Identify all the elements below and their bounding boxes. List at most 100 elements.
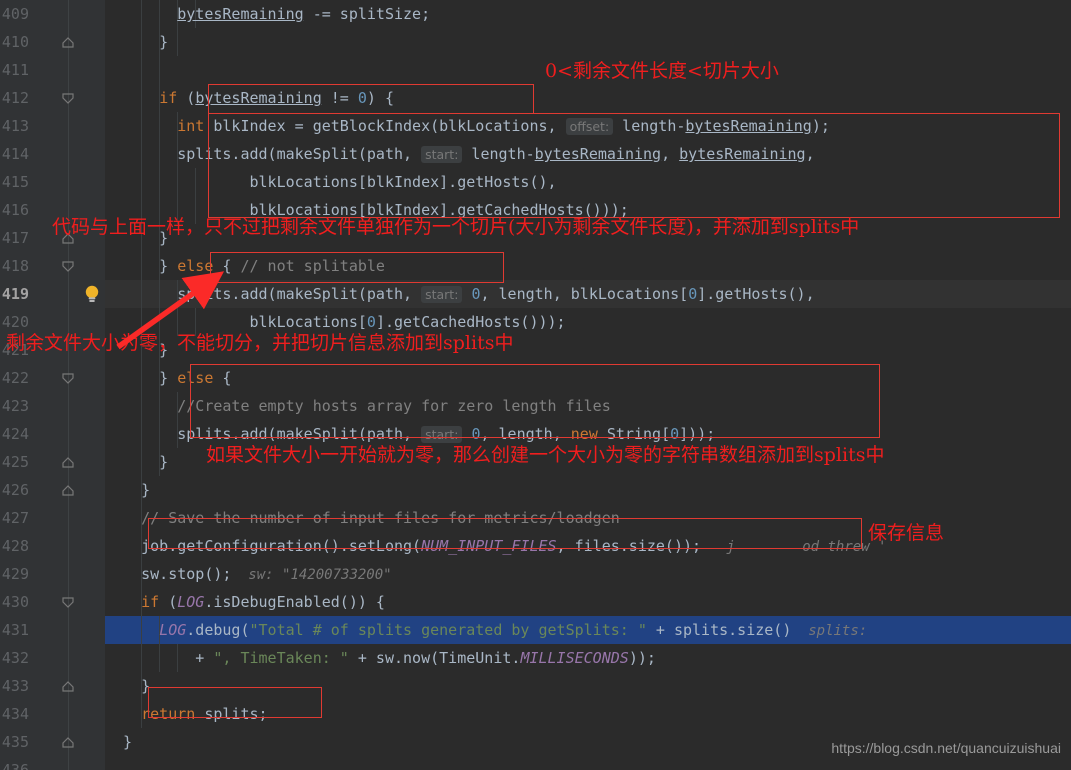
line-number-412: 412	[1, 89, 29, 107]
fold-end-icon[interactable]	[62, 672, 76, 700]
code-line-text: }	[105, 28, 168, 56]
code-token: 0	[670, 425, 680, 443]
code-line-423[interactable]: //Create empty hosts array for zero leng…	[105, 392, 1071, 420]
code-token: bytesRemaining	[534, 145, 662, 163]
line-number-435: 435	[1, 733, 29, 751]
fold-end-icon[interactable]	[62, 476, 76, 504]
code-token: {	[213, 369, 232, 387]
code-token: splits.add(makeSplit(path,	[105, 145, 422, 163]
code-line-422[interactable]: } else {	[105, 364, 1071, 392]
code-token: else	[177, 257, 214, 275]
code-line-text: } else { // not splitable	[105, 252, 385, 280]
fold-collapse-icon[interactable]	[62, 84, 76, 112]
parameter-hint[interactable]: start:	[421, 426, 463, 443]
parameter-hint[interactable]: start:	[421, 146, 463, 163]
intention-bulb-icon[interactable]	[82, 280, 102, 308]
code-token: // not splitable	[240, 257, 385, 275]
line-number-434: 434	[1, 705, 29, 723]
code-token: ].getHosts(),	[697, 285, 815, 303]
code-token: }	[105, 369, 178, 387]
code-line-text: sw.stop(); sw: "14200733200"	[105, 560, 392, 589]
code-line-436[interactable]	[105, 756, 1071, 770]
code-token: );	[811, 117, 830, 135]
code-line-430[interactable]: if (LOG.isDebugEnabled()) {	[105, 588, 1071, 616]
code-token: else	[177, 369, 214, 387]
line-number-414: 414	[1, 145, 29, 163]
code-token: }	[105, 257, 178, 275]
code-line-433[interactable]: }	[105, 672, 1071, 700]
code-line-text: return splits;	[105, 700, 268, 728]
line-number-418: 418	[1, 257, 29, 275]
code-token: new	[570, 425, 598, 443]
code-line-text: job.getConfiguration().setLong(NUM_INPUT…	[105, 532, 886, 561]
code-editor[interactable]: 409 410 411 412 413 414 415 416 417 418 419 420 421 4…	[0, 0, 1071, 770]
code-token: }	[105, 677, 151, 695]
code-line-426[interactable]: }	[105, 476, 1071, 504]
parameter-hint[interactable]: offset:	[565, 118, 614, 135]
code-line-431[interactable]: LOG.debug("Total # of splits generated b…	[105, 616, 1071, 644]
code-line-434[interactable]: return splits;	[105, 700, 1071, 728]
line-number-410: 410	[1, 33, 29, 51]
line-number-428: 428	[1, 537, 29, 555]
code-token: length-	[462, 145, 535, 163]
fold-end-icon[interactable]	[62, 28, 76, 56]
code-line-text: } else {	[105, 364, 231, 392]
code-line-415[interactable]: blkLocations[blkIndex].getHosts(),	[105, 168, 1071, 196]
code-line-text: bytesRemaining -= splitSize;	[105, 0, 430, 28]
code-area[interactable]: bytesRemaining -= splitSize; } if (bytes…	[105, 0, 1071, 770]
code-token: , files.size());	[556, 537, 702, 555]
code-token: }	[105, 481, 151, 499]
code-line-419[interactable]: splits.add(makeSplit(path, start: 0, len…	[105, 280, 1071, 308]
note-save-info: 保存信息	[868, 522, 945, 544]
code-token: (	[177, 89, 196, 107]
fold-collapse-icon[interactable]	[62, 364, 76, 392]
code-token: "Total # of splits generated by getSplit…	[249, 621, 647, 639]
code-line-text: splits.add(makeSplit(path, start: length…	[105, 140, 815, 169]
code-token: splits.add(makeSplit(path,	[105, 285, 422, 303]
code-token: length-	[613, 117, 686, 135]
fold-end-icon[interactable]	[62, 728, 76, 756]
code-line-text: }	[105, 476, 150, 504]
code-line-text: blkLocations[blkIndex].getHosts(),	[105, 168, 557, 196]
code-token: splits;	[195, 705, 268, 723]
code-line-418[interactable]: } else { // not splitable	[105, 252, 1071, 280]
indent-guide	[140, 56, 142, 84]
fold-collapse-icon[interactable]	[62, 588, 76, 616]
code-line-413[interactable]: int blkIndex = getBlockIndex(blkLocation…	[105, 112, 1071, 140]
code-line-414[interactable]: splits.add(makeSplit(path, start: length…	[105, 140, 1071, 168]
code-line-text: int blkIndex = getBlockIndex(blkLocation…	[105, 112, 830, 141]
code-token: +	[105, 649, 214, 667]
code-line-429[interactable]: sw.stop(); sw: "14200733200"	[105, 560, 1071, 588]
code-token: + sw.now(TimeUnit.	[348, 649, 521, 667]
code-line-409[interactable]: bytesRemaining -= splitSize;	[105, 0, 1071, 28]
editor-gutter[interactable]: 409 410 411 412 413 414 415 416 417 418 419 420 421 4…	[0, 0, 105, 770]
code-token: (	[159, 593, 178, 611]
line-number-431: 431	[1, 621, 29, 639]
line-number-416: 416	[1, 201, 29, 219]
fold-end-icon[interactable]	[62, 448, 76, 476]
line-number-430: 430	[1, 593, 29, 611]
line-number-433: 433	[1, 677, 29, 695]
code-line-410[interactable]: }	[105, 28, 1071, 56]
code-line-text: //Create empty hosts array for zero leng…	[105, 392, 610, 420]
line-number-409: 409	[1, 5, 29, 23]
code-token: blkLocations[blkIndex].getHosts(),	[105, 173, 557, 191]
code-line-432[interactable]: + ", TimeTaken: " + sw.now(TimeUnit.MILL…	[105, 644, 1071, 672]
fold-collapse-icon[interactable]	[62, 252, 76, 280]
inline-debug-value: sw: "14200733200"	[231, 567, 392, 583]
note-same-as-above: 代码与上面一样，只不过把剩余文件单独作为一个切片(大小为剩余文件长度)，并添加到…	[52, 216, 860, 238]
code-line-text: }	[105, 728, 132, 756]
parameter-hint[interactable]: start:	[421, 286, 463, 303]
code-token: job.getConfiguration().setLong(	[105, 537, 422, 555]
code-token: if	[141, 593, 160, 611]
line-number-411: 411	[1, 61, 29, 79]
code-token: .debug(	[186, 621, 250, 639]
code-line-412[interactable]: if (bytesRemaining != 0) {	[105, 84, 1071, 112]
code-token: 0	[688, 285, 698, 303]
line-number-413: 413	[1, 117, 29, 135]
